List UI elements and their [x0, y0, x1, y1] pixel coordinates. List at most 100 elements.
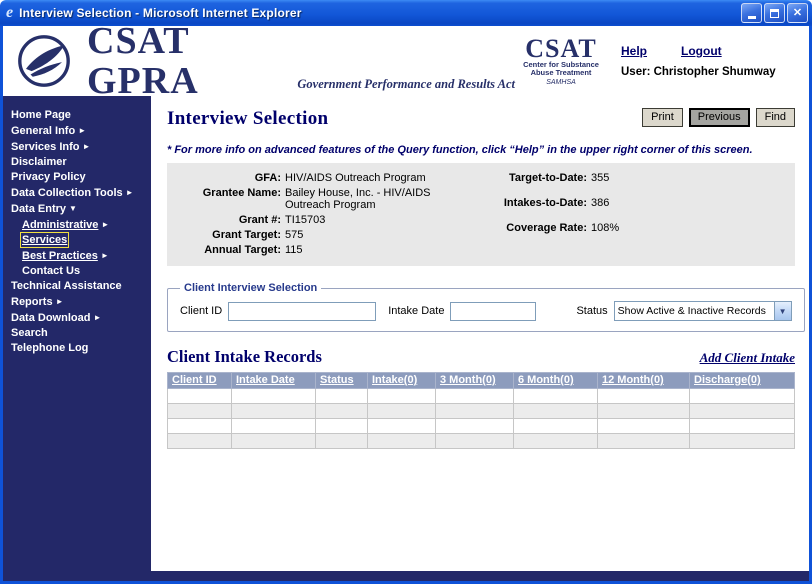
browser-window: e Interview Selection - Microsoft Intern… — [0, 0, 812, 584]
sidebar-item-telephone-log[interactable]: Telephone Log — [11, 341, 147, 356]
grant-info-panel: GFA: HIV/AIDS Outreach Program Grantee N… — [167, 163, 795, 266]
status-selected-value: Show Active & Inactive Records — [615, 305, 774, 317]
maximize-icon — [770, 9, 779, 18]
add-client-intake-link[interactable]: Add Client Intake — [700, 350, 795, 366]
column-header-client-id[interactable]: Client ID — [168, 373, 232, 389]
column-header-intake-date[interactable]: Intake Date — [232, 373, 316, 389]
sidebar-item-privacy-policy[interactable]: Privacy Policy — [11, 170, 147, 185]
sidebar-item-services-info[interactable]: Services Info► — [11, 139, 147, 155]
csat-logo-line2: Abuse Treatment — [515, 69, 607, 78]
brand-title: CSAT GPRA — [87, 21, 285, 101]
sidebar-item-data-collection-tools[interactable]: Data Collection Tools► — [11, 185, 147, 201]
samhsa-label: SAMHSA — [515, 79, 607, 86]
coverage-rate-value: 108% — [591, 222, 769, 234]
sidebar-nav: Home Page General Info► Services Info► D… — [3, 96, 151, 571]
help-link[interactable]: Help — [621, 44, 647, 58]
header-right: Help Logout User: Christopher Shumway — [621, 44, 799, 78]
bottom-bar — [3, 571, 809, 581]
column-header-12-month[interactable]: 12 Month(0) — [598, 373, 690, 389]
expand-arrow-icon: ► — [78, 126, 86, 135]
grant-info-right: Target-to-Date: 355 Intakes-to-Date: 386… — [479, 172, 785, 256]
sidebar-item-technical-assistance[interactable]: Technical Assistance — [11, 279, 147, 294]
client-id-input[interactable] — [228, 302, 376, 321]
grant-target-label: Grant Target: — [179, 229, 281, 241]
minimize-icon — [748, 16, 756, 19]
grantee-name-value: Bailey House, Inc. - HIV/AIDS Outreach P… — [285, 187, 463, 211]
expand-arrow-icon: ► — [101, 251, 109, 260]
sidebar-item-general-info[interactable]: General Info► — [11, 123, 147, 139]
gfa-label: GFA: — [179, 172, 281, 184]
column-header-discharge[interactable]: Discharge(0) — [690, 373, 795, 389]
target-to-date-value: 355 — [591, 172, 769, 184]
expand-arrow-icon: ► — [56, 297, 64, 306]
ie-icon: e — [6, 5, 13, 21]
status-label: Status — [576, 305, 607, 317]
hhs-logo — [17, 34, 71, 88]
sidebar-item-search[interactable]: Search — [11, 326, 147, 341]
intake-date-label: Intake Date — [388, 305, 444, 317]
intake-date-input[interactable] — [450, 302, 536, 321]
expand-arrow-icon: ► — [101, 220, 109, 229]
grant-number-value: TI15703 — [285, 214, 463, 226]
csat-logo-acronym: CSAT — [515, 37, 607, 61]
annual-target-label: Annual Target: — [179, 244, 281, 256]
column-header-6-month[interactable]: 6 Month(0) — [514, 373, 598, 389]
grant-info-left: GFA: HIV/AIDS Outreach Program Grantee N… — [179, 172, 479, 256]
table-header-row: Client ID Intake Date Status Intake(0) 3… — [168, 373, 795, 389]
sidebar-item-best-practices[interactable]: Best Practices► — [11, 248, 147, 264]
app-header: CSAT GPRA Government Performance and Res… — [3, 26, 809, 96]
brand-block: CSAT GPRA Government Performance and Res… — [87, 21, 515, 101]
current-user-label: User: Christopher Shumway — [621, 66, 799, 78]
coverage-rate-label: Coverage Rate: — [479, 222, 587, 234]
status-select[interactable]: Show Active & Inactive Records ▼ — [614, 301, 792, 321]
main-content: Interview Selection Print Previous Find … — [151, 96, 809, 571]
window-controls: ✕ — [741, 3, 808, 23]
grantee-name-label: Grantee Name: — [179, 187, 281, 211]
target-to-date-label: Target-to-Date: — [479, 172, 587, 184]
gfa-value: HIV/AIDS Outreach Program — [285, 172, 463, 184]
client-intake-table: Client ID Intake Date Status Intake(0) 3… — [167, 372, 795, 449]
sidebar-item-disclaimer[interactable]: Disclaimer — [11, 155, 147, 170]
sidebar-item-reports[interactable]: Reports► — [11, 294, 147, 310]
window-frame: CSAT GPRA Government Performance and Res… — [0, 26, 812, 584]
close-icon: ✕ — [793, 8, 802, 19]
sidebar-item-administrative[interactable]: Administrative► — [11, 217, 147, 233]
annual-target-value: 115 — [285, 244, 463, 256]
find-button[interactable]: Find — [756, 108, 795, 127]
grant-number-label: Grant #: — [179, 214, 281, 226]
expand-arrow-icon: ► — [93, 313, 101, 322]
close-button[interactable]: ✕ — [787, 3, 808, 23]
table-row — [168, 404, 795, 419]
table-row — [168, 389, 795, 404]
expand-arrow-icon: ► — [82, 142, 90, 151]
print-button[interactable]: Print — [642, 108, 683, 127]
window-title: Interview Selection - Microsoft Internet… — [19, 6, 302, 20]
collapse-arrow-icon: ▼ — [69, 204, 77, 213]
maximize-button[interactable] — [764, 3, 785, 23]
column-header-intake[interactable]: Intake(0) — [368, 373, 436, 389]
sidebar-item-data-entry[interactable]: Data Entry▼ — [11, 201, 147, 217]
sidebar-item-services[interactable]: Services — [11, 233, 147, 248]
expand-arrow-icon: ► — [126, 188, 134, 197]
table-row — [168, 434, 795, 449]
records-section-title: Client Intake Records — [167, 347, 322, 367]
sidebar-item-contact-us[interactable]: Contact Us — [11, 264, 147, 279]
client-interview-selection-fieldset: Client Interview Selection Client ID Int… — [167, 282, 805, 332]
csat-logo: CSAT Center for Substance Abuse Treatmen… — [515, 37, 607, 86]
chevron-down-icon[interactable]: ▼ — [774, 302, 791, 320]
intakes-to-date-label: Intakes-to-Date: — [479, 197, 587, 209]
client-id-label: Client ID — [180, 305, 222, 317]
sidebar-item-data-download[interactable]: Data Download► — [11, 310, 147, 326]
grant-target-value: 575 — [285, 229, 463, 241]
intakes-to-date-value: 386 — [591, 197, 769, 209]
sidebar-item-home-page[interactable]: Home Page — [11, 108, 147, 123]
page-action-buttons: Print Previous Find — [642, 108, 795, 127]
column-header-status[interactable]: Status — [316, 373, 368, 389]
column-header-3-month[interactable]: 3 Month(0) — [436, 373, 514, 389]
minimize-button[interactable] — [741, 3, 762, 23]
fieldset-legend: Client Interview Selection — [180, 282, 321, 294]
help-note: * For more info on advanced features of … — [167, 144, 795, 156]
previous-button[interactable]: Previous — [689, 108, 750, 127]
logout-link[interactable]: Logout — [681, 44, 722, 58]
table-row — [168, 419, 795, 434]
